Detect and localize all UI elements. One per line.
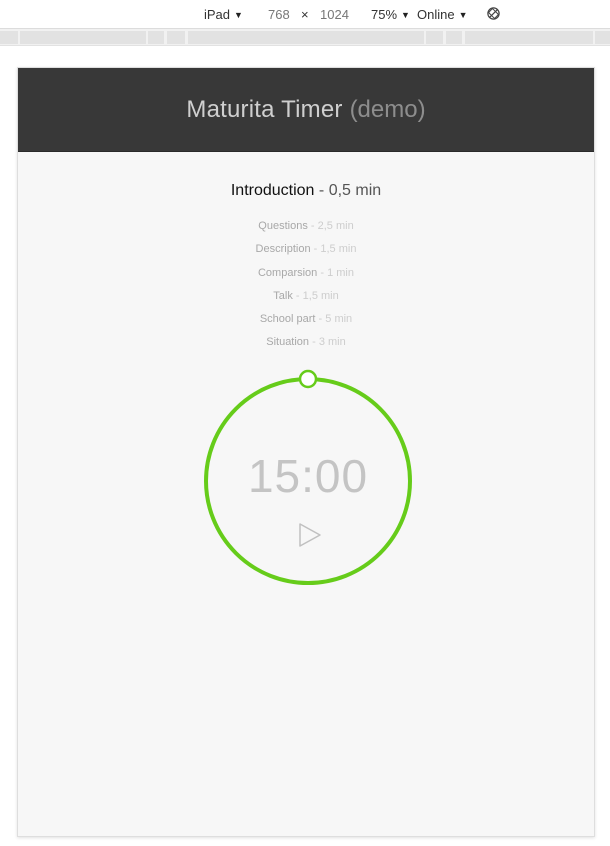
list-item: Description - 1,5 min [18, 242, 594, 265]
section-duration: 1,5 min [302, 289, 339, 302]
zoom-label: 75% [371, 7, 398, 22]
current-section-duration: 0,5 min [328, 182, 382, 199]
network-label: Online [417, 7, 455, 22]
section-duration: 5 min [325, 313, 353, 326]
width-input[interactable]: 768 [268, 7, 290, 22]
timer-display: 15:00 [247, 450, 369, 502]
section-name: Questions [258, 220, 308, 232]
app-title: Maturita Timer [186, 95, 343, 123]
device-select[interactable]: iPad ▼ [204, 7, 243, 22]
section-separator: - [320, 266, 325, 279]
chevron-down-icon: ▼ [458, 9, 468, 20]
list-item: Comparsion - 1 min [18, 266, 594, 289]
network-select[interactable]: Online ▼ [417, 7, 468, 22]
section-name: Comparsion [257, 266, 318, 279]
timer: 15:00 [203, 369, 413, 589]
section-duration: 3 min [318, 336, 346, 349]
play-icon[interactable] [297, 522, 323, 548]
section-duration: 1 min [327, 266, 354, 279]
current-section: Introduction - 0,5 min [18, 182, 594, 200]
chevron-down-icon: ▼ [234, 9, 243, 20]
dimension-separator: × [301, 7, 309, 22]
section-separator: - [295, 289, 300, 302]
list-item: Talk - 1,5 min [18, 289, 594, 312]
current-section-name: Introduction [230, 182, 315, 199]
chevron-down-icon: ▼ [401, 9, 410, 20]
zoom-select[interactable]: 75% ▼ [371, 7, 410, 22]
progress-handle[interactable] [298, 369, 318, 389]
section-separator: - [310, 220, 315, 232]
section-name: School part [259, 313, 316, 326]
section-duration: 1,5 min [320, 243, 357, 256]
section-name: Situation [266, 336, 310, 349]
list-item: Situation - 3 min [18, 335, 594, 358]
section-separator: - [318, 313, 323, 326]
section-list: Questions - 2,5 min Description - 1,5 mi… [18, 219, 594, 359]
app-header: Maturita Timer (demo) [18, 68, 594, 152]
rotate-icon[interactable] [486, 6, 501, 21]
device-label: iPad [204, 7, 231, 22]
media-query-bar[interactable] [0, 29, 610, 46]
section-duration: 2,5 min [317, 220, 354, 232]
device-viewport: Maturita Timer (demo) Introduction - 0,5… [17, 67, 595, 837]
section-separator: - [312, 336, 316, 349]
device-toolbar: iPad ▼ 768 × 1024 75% ▼ Online ▼ [0, 0, 610, 29]
list-item: School part - 5 min [18, 312, 594, 335]
app-subtitle: (demo) [349, 95, 426, 123]
section-separator: - [313, 243, 318, 256]
list-item: Questions - 2,5 min [18, 219, 594, 242]
current-section-separator: - [318, 182, 325, 199]
section-name: Talk [273, 289, 293, 302]
height-input[interactable]: 1024 [320, 7, 349, 22]
section-name: Description [255, 243, 311, 256]
